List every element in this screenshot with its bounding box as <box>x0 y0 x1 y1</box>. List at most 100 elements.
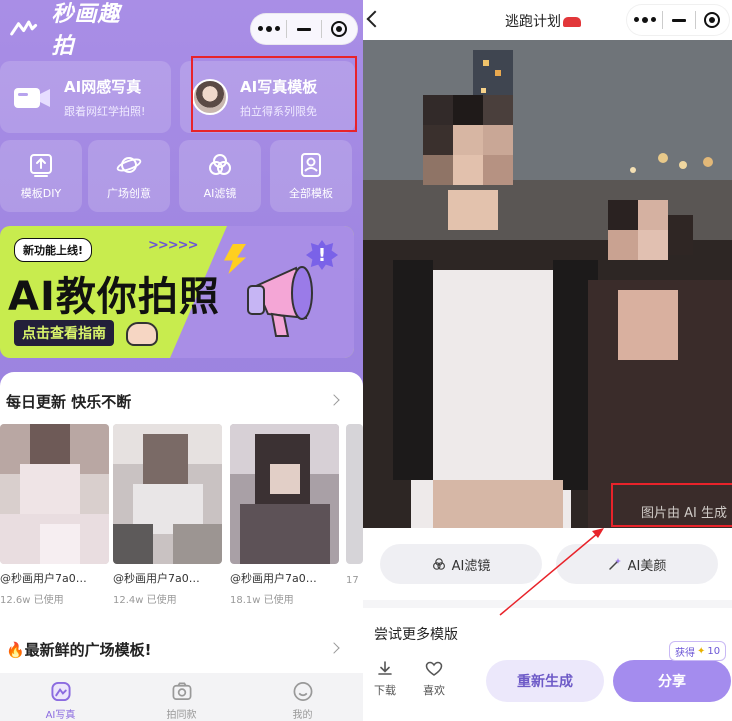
tab-ai-portrait[interactable]: AI写真 <box>0 673 121 721</box>
bottom-action-bar: 下载 喜欢 重新生成 分享 <box>363 652 732 721</box>
reward-badge-label: 获得 <box>675 647 695 659</box>
template-card[interactable]: @秒画用户7a0… 12.4w 已使用 <box>113 424 222 606</box>
app-name: 秒画趣拍 <box>51 2 121 59</box>
video-camera-icon <box>12 82 52 112</box>
feature-title: AI网感写真 <box>64 77 142 96</box>
template-thumbnail <box>346 424 363 564</box>
template-card[interactable]: @秒画用户7a0… 18.1w 已使用 <box>230 424 339 606</box>
tab-label: AI写真 <box>45 710 76 721</box>
tab-mine[interactable]: 我的 <box>242 673 363 721</box>
more-options-button[interactable] <box>627 5 662 35</box>
pointing-hand-icon <box>126 322 158 346</box>
more-templates-title: 尝试更多模版 <box>374 627 458 643</box>
ai-beauty-button[interactable]: AI美颜 <box>556 544 718 584</box>
result-screen: 逃跑计划 图片由 AI 生成 AI滤镜 AI美颜 尝试更多模版 下载 喜欢 重新… <box>363 0 732 721</box>
reward-badge-count: 10 <box>707 645 721 657</box>
filter-circles-icon <box>209 153 231 175</box>
tab-label: 拍同款 <box>166 710 197 721</box>
download-label: 下载 <box>374 684 396 697</box>
page-title-text: 逃跑计划 <box>505 14 561 30</box>
feature-ai-trendy-portrait[interactable]: AI网感写真 跟着网红学拍照! <box>0 61 171 133</box>
minimize-icon <box>671 18 686 22</box>
heart-icon <box>425 661 443 676</box>
promo-banner[interactable]: 新功能上线! >>>>> AI教你拍照 点击查看指南 ! <box>0 226 354 358</box>
nav-header: 逃跑计划 <box>363 0 732 40</box>
minimize-button[interactable] <box>287 14 320 44</box>
card-usage: 12.4w 已使用 <box>113 595 177 606</box>
action-row: AI滤镜 AI美颜 <box>363 528 732 600</box>
feature-subtitle: 跟着网红学拍照! <box>64 104 146 118</box>
template-diy-icon <box>30 153 52 177</box>
camera-icon <box>172 682 191 700</box>
logo-mark-icon <box>10 20 38 36</box>
minimize-button[interactable] <box>663 5 694 35</box>
card-usage: 17 <box>346 575 359 586</box>
planet-icon <box>116 156 142 173</box>
banner-tag: 新功能上线! <box>14 238 93 262</box>
card-author: @秒画用户7a0… <box>0 572 87 585</box>
regenerate-button[interactable]: 重新生成 <box>486 660 604 702</box>
generated-photo[interactable] <box>363 40 732 528</box>
banner-headline: AI教你拍照 <box>8 274 220 320</box>
portrait-frame-icon <box>301 152 321 177</box>
like-button[interactable]: 喜欢 <box>423 660 445 698</box>
template-thumbnail <box>0 424 109 564</box>
filter-circles-icon <box>432 558 445 570</box>
sparkle-icon: ✦ <box>697 645 706 657</box>
ai-filter-label: AI滤镜 <box>451 558 491 574</box>
reward-badge: 获得 ✦ 10 <box>669 641 727 661</box>
more-options-button[interactable] <box>251 14 286 44</box>
back-chevron-icon[interactable] <box>366 10 384 28</box>
section-divider <box>363 600 732 608</box>
generated-photo-art <box>363 40 732 528</box>
card-author: @秒画用户7a0… <box>113 572 200 585</box>
highlight-box <box>191 56 357 132</box>
megaphone-icon <box>247 266 313 337</box>
close-miniprogram-button[interactable] <box>322 14 357 44</box>
card-usage: 12.6w 已使用 <box>0 595 64 606</box>
close-target-icon <box>704 12 721 28</box>
category-square-creative[interactable]: 广场创意 <box>88 140 170 212</box>
miniprogram-capsule <box>626 4 730 36</box>
banner-guide-button[interactable]: 点击查看指南 <box>14 320 114 346</box>
template-card[interactable]: @秒画用户7a0… 12.6w 已使用 <box>0 424 109 606</box>
download-button[interactable]: 下载 <box>374 660 396 698</box>
share-button[interactable]: 分享 <box>613 660 731 702</box>
car-emoji-icon <box>563 17 581 27</box>
card-usage: 18.1w 已使用 <box>230 595 294 606</box>
bottom-tab-bar: AI写真 拍同款 我的 <box>0 673 363 721</box>
more-dots-icon <box>633 17 656 23</box>
category-template-diy[interactable]: 模板DIY <box>0 140 82 212</box>
ai-portrait-icon <box>50 681 71 702</box>
highlight-box <box>611 483 732 527</box>
category-label: 广场创意 <box>107 186 151 200</box>
category-all-templates[interactable]: 全部模板 <box>270 140 352 212</box>
page-title: 逃跑计划 <box>505 11 581 31</box>
section-title-daily: 每日更新 快乐不断 <box>6 393 132 411</box>
category-label: 全部模板 <box>289 186 333 200</box>
category-label: AI滤镜 <box>203 186 237 200</box>
magic-wand-icon <box>608 558 621 570</box>
section-title-square: 🔥最新鲜的广场模板! <box>6 641 152 659</box>
more-dots-icon <box>257 26 280 32</box>
template-card[interactable]: 17 <box>346 424 363 586</box>
tab-shoot-same[interactable]: 拍同款 <box>121 673 242 721</box>
tab-label: 我的 <box>292 710 313 721</box>
category-label: 模板DIY <box>20 186 62 200</box>
template-thumbnail <box>113 424 222 564</box>
app-logo: 秒画趣拍 <box>10 2 130 59</box>
close-miniprogram-button[interactable] <box>696 5 729 35</box>
ai-beauty-label: AI美颜 <box>627 558 667 574</box>
profile-icon <box>293 682 312 701</box>
card-author: @秒画用户7a0… <box>230 572 317 585</box>
banner-arrows: >>>>> <box>148 238 198 253</box>
minimize-icon <box>297 27 311 31</box>
like-label: 喜欢 <box>423 684 445 697</box>
template-thumbnail <box>230 424 339 564</box>
ai-filter-button[interactable]: AI滤镜 <box>380 544 542 584</box>
miniprogram-capsule <box>250 13 358 45</box>
close-target-icon <box>331 21 348 37</box>
download-icon <box>378 661 392 675</box>
category-ai-filter[interactable]: AI滤镜 <box>179 140 261 212</box>
home-screen: 秒画趣拍 AI网感写真 跟着网红学拍照! AI写真模板 拍立得系列限免 模板DI… <box>0 0 363 721</box>
